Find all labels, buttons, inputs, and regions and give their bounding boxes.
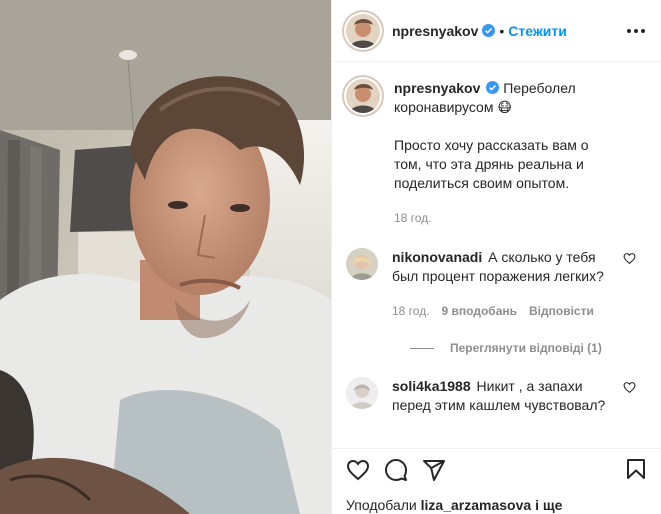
likes-prefix: Уподобали — [346, 497, 417, 513]
caption-username[interactable]: npresnyakov — [394, 80, 480, 96]
comment-username[interactable]: nikonovanadi — [392, 249, 482, 265]
caption-text-line2: Просто хочу рассказать вам о том, что эт… — [394, 137, 589, 191]
comment-meta: 18 год. 9 вподобань Відповісти — [392, 302, 610, 321]
comment-item: nikonovanadi А сколько у тебя был процен… — [346, 248, 648, 321]
comment-like-heart-icon[interactable] — [623, 252, 636, 265]
post-header: npresnyakov • Стежити — [332, 0, 661, 62]
author-avatar-image — [346, 13, 380, 48]
author-username[interactable]: npresnyakov — [392, 23, 478, 39]
author-avatar[interactable] — [346, 13, 380, 48]
heart-icon[interactable] — [346, 458, 370, 482]
comment-username[interactable]: soli4ka1988 — [392, 378, 471, 394]
caption: npresnyakov Переболел коронавирусом 😷 Пр… — [346, 79, 648, 228]
caption-time[interactable]: 18 год. — [394, 209, 432, 228]
likes-others-link[interactable]: і ще — [535, 497, 562, 513]
comment-time[interactable]: 18 год. — [392, 302, 430, 321]
follow-button[interactable]: Стежити — [508, 23, 567, 39]
comment-like-heart-icon[interactable] — [623, 381, 636, 394]
instagram-post: npresnyakov • Стежити npresnyakov Перебо… — [0, 0, 661, 514]
post-photo-image — [0, 0, 331, 514]
comment-icon[interactable] — [384, 458, 408, 482]
comment-item: soli4ka1988 Никит , а запахи перед этим … — [346, 377, 648, 415]
comment-avatar[interactable] — [346, 377, 378, 409]
bookmark-icon[interactable] — [624, 457, 648, 481]
view-replies-button[interactable]: Переглянути відповіді (1) — [410, 341, 648, 355]
comment-likes[interactable]: 9 вподобань — [442, 302, 517, 321]
comment-avatar-image — [346, 248, 378, 280]
view-replies-label: Переглянути відповіді (1) — [450, 341, 602, 355]
reply-button[interactable]: Відповісти — [529, 302, 594, 321]
caption-avatar[interactable] — [346, 79, 380, 113]
post-sidebar: npresnyakov • Стежити npresnyakov Перебо… — [331, 0, 661, 514]
caption-avatar-image — [346, 79, 380, 113]
comments-section[interactable]: npresnyakov Переболел коронавирусом 😷 Пр… — [332, 63, 661, 447]
action-icons — [346, 457, 648, 483]
separator-dot: • — [499, 22, 505, 39]
comment-avatar-image — [346, 377, 378, 409]
comment-avatar[interactable] — [346, 248, 378, 280]
verified-icon — [486, 81, 500, 94]
caption-meta: 18 год. — [394, 209, 614, 228]
post-photo[interactable] — [0, 0, 331, 514]
likes-summary: Уподобали liza_arzamasova і ще — [346, 497, 648, 513]
more-options-icon[interactable] — [627, 22, 645, 40]
share-icon[interactable] — [422, 458, 446, 482]
verified-icon — [482, 24, 496, 37]
likes-user-link[interactable]: liza_arzamasova — [421, 497, 532, 513]
action-bar: Уподобали liza_arzamasova і ще — [332, 448, 661, 513]
replies-divider-line — [410, 347, 434, 349]
